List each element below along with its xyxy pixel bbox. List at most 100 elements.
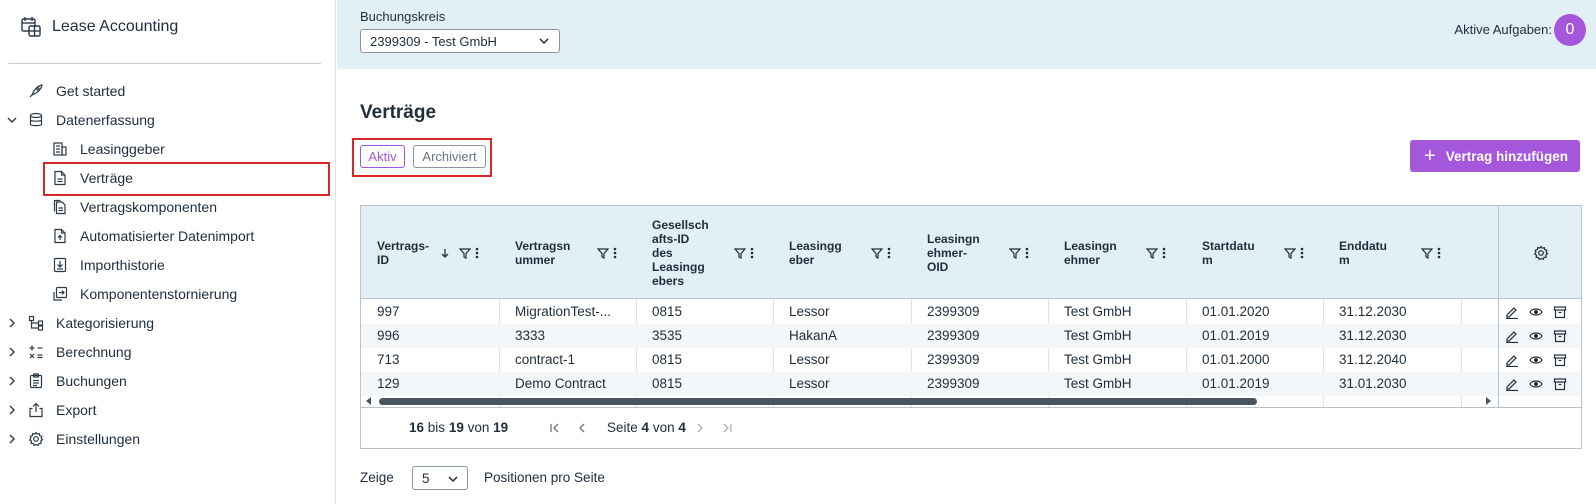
- sidebar-item-automatisierter-datenimport[interactable]: Automatisierter Datenimport: [0, 221, 336, 250]
- table-cell: 0815: [652, 352, 683, 367]
- filter-icon[interactable]: [459, 247, 471, 259]
- table-row[interactable]: 129 Demo Contract 0815 Lessor 2399309 Test Gm…: [361, 372, 1499, 396]
- column-menu-icon[interactable]: [1437, 247, 1441, 259]
- chevron-down-icon: [448, 476, 458, 483]
- sidebar-item-leasinggeber[interactable]: Leasinggeber: [0, 134, 336, 163]
- column-menu-icon[interactable]: [1300, 247, 1304, 259]
- table-cell: 01.01.2000: [1202, 352, 1270, 367]
- column-settings-icon[interactable]: [1533, 245, 1549, 261]
- table-row[interactable]: 713 contract-1 0815 Lessor 2399309 Test GmbH 0…: [361, 348, 1499, 372]
- chevron-down-icon[interactable]: [6, 114, 18, 126]
- edit-icon[interactable]: [1505, 377, 1519, 391]
- sidebar-item-buchungen[interactable]: Buchungen: [0, 366, 336, 395]
- building-icon: [53, 141, 67, 156]
- archive-icon[interactable]: [1553, 305, 1567, 319]
- column-header-label: Enddatu m: [1339, 238, 1387, 267]
- column-header[interactable]: Vertrags- ID: [377, 206, 498, 299]
- view-icon[interactable]: [1529, 377, 1543, 391]
- show-label: Zeige: [360, 470, 394, 485]
- chevron-right-icon[interactable]: [6, 346, 18, 358]
- column-header[interactable]: Gesellsch afts-ID des Leasingg ebers: [652, 206, 773, 299]
- sidebar-item-label: Export: [56, 401, 97, 418]
- company-code-select[interactable]: 2399309 - Test GmbH: [360, 29, 560, 53]
- column-header-label: Vertragsn ummer: [515, 238, 571, 267]
- scrollbar-thumb[interactable]: [379, 398, 1257, 405]
- column-menu-icon[interactable]: [613, 247, 617, 259]
- horizontal-scrollbar[interactable]: [361, 395, 1498, 407]
- page-indicator: Seite 4 von 4: [607, 420, 686, 435]
- column-header[interactable]: Vertragsn ummer: [515, 206, 636, 299]
- table-cell: 01.01.2020: [1202, 304, 1270, 319]
- sidebar-item-berechnung[interactable]: Berechnung: [0, 337, 336, 366]
- sidebar-item-kategorisierung[interactable]: Kategorisierung: [0, 308, 336, 337]
- sidebar-item-komponentenstornierung[interactable]: Komponentenstornierung: [0, 279, 336, 308]
- table-row[interactable]: 996 3333 3535 HakanA 2399309 Test GmbH 01.01.2…: [361, 324, 1499, 348]
- archive-icon[interactable]: [1553, 377, 1567, 391]
- column-header[interactable]: Leasingg eber: [789, 206, 910, 299]
- add-contract-button[interactable]: + Vertrag hinzufügen: [1410, 140, 1580, 172]
- app-header[interactable]: Lease Accounting: [20, 14, 178, 40]
- sidebar-item-vertragskomponenten[interactable]: Vertragskomponenten: [0, 192, 336, 221]
- filter-icon[interactable]: [597, 247, 609, 259]
- chevron-right-icon[interactable]: [6, 433, 18, 445]
- current-page: 4: [641, 420, 650, 435]
- scroll-left-icon[interactable]: [366, 397, 372, 405]
- sidebar-item-einstellungen[interactable]: Einstellungen: [0, 424, 336, 453]
- sidebar: Lease Accounting Get started Datenerfass…: [0, 0, 336, 504]
- table-cell: 2399309: [927, 304, 980, 319]
- filter-icon[interactable]: [1284, 247, 1296, 259]
- column-header[interactable]: Leasingn ehmer: [1064, 206, 1185, 299]
- table-row[interactable]: 997 MigrationTest-... 0815 Lessor 2399309 Tes…: [361, 300, 1499, 324]
- sidebar-item-export[interactable]: Export: [0, 395, 336, 424]
- filter-icon[interactable]: [1146, 247, 1158, 259]
- column-menu-icon[interactable]: [1162, 247, 1166, 259]
- archive-icon[interactable]: [1553, 329, 1567, 343]
- edit-icon[interactable]: [1505, 353, 1519, 367]
- filter-icon[interactable]: [871, 247, 883, 259]
- filter-icon[interactable]: [734, 247, 746, 259]
- page-size-select[interactable]: 5: [412, 466, 468, 490]
- last-page-icon[interactable]: [721, 422, 733, 434]
- sidebar-item-label: Get started: [56, 82, 126, 99]
- column-header[interactable]: Leasingn ehmer- OID: [927, 206, 1048, 299]
- column-header[interactable]: Enddatu m: [1339, 206, 1460, 299]
- previous-page-icon[interactable]: [576, 422, 588, 434]
- column-header-label: Leasingn ehmer- OID: [927, 231, 980, 274]
- chevron-right-icon[interactable]: [6, 317, 18, 329]
- sidebar-item-importhistorie[interactable]: Importhistorie: [0, 250, 336, 279]
- chevron-right-icon[interactable]: [6, 375, 18, 387]
- company-code-value: 2399309 - Test GmbH: [370, 33, 497, 49]
- sort-desc-icon[interactable]: [439, 247, 451, 259]
- sidebar-item-label: Komponentenstornierung: [80, 285, 238, 302]
- table-cell: Test GmbH: [1064, 352, 1132, 367]
- table-cell: 31.01.2030: [1339, 376, 1407, 391]
- view-icon[interactable]: [1529, 329, 1543, 343]
- edit-icon[interactable]: [1505, 305, 1519, 319]
- table-cell: 996: [377, 328, 400, 343]
- row-actions: [1499, 348, 1581, 372]
- sidebar-item-datenerfassung[interactable]: Datenerfassung: [0, 105, 336, 134]
- column-header-label: Vertrags- ID: [377, 238, 430, 267]
- filter-icon[interactable]: [1009, 247, 1021, 259]
- company-code-label: Buchungskreis: [360, 9, 446, 24]
- next-page-icon[interactable]: [694, 422, 706, 434]
- view-icon[interactable]: [1529, 305, 1543, 319]
- header-bar: Buchungskreis 2399309 - Test GmbH Aktive…: [337, 0, 1596, 69]
- scroll-right-icon[interactable]: [1485, 397, 1491, 405]
- chevron-right-icon[interactable]: [6, 404, 18, 416]
- column-header[interactable]: Startdatu m: [1202, 206, 1323, 299]
- filter-icon[interactable]: [1421, 247, 1433, 259]
- archive-icon[interactable]: [1553, 353, 1567, 367]
- hierarchy-icon: [28, 315, 44, 331]
- column-menu-icon[interactable]: [475, 247, 479, 259]
- sidebar-item-get-started[interactable]: Get started: [0, 76, 336, 105]
- column-menu-icon[interactable]: [887, 247, 891, 259]
- column-menu-icon[interactable]: [750, 247, 754, 259]
- column-menu-icon[interactable]: [1025, 247, 1029, 259]
- first-page-icon[interactable]: [549, 422, 561, 434]
- edit-icon[interactable]: [1505, 329, 1519, 343]
- view-icon[interactable]: [1529, 353, 1543, 367]
- reverse-icon: [53, 286, 68, 301]
- table-cell: Lessor: [789, 352, 830, 367]
- active-tasks-badge[interactable]: 0: [1554, 14, 1586, 46]
